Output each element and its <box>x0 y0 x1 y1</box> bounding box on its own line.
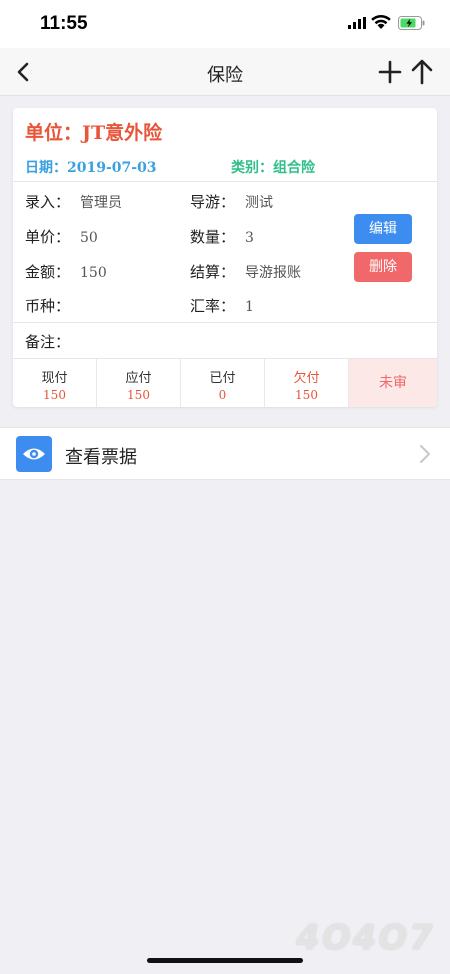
wifi-icon <box>371 14 391 29</box>
entry-value: 管理员 <box>80 195 123 211</box>
view-receipt-label: 查看票据 <box>65 447 137 468</box>
stat-label: 已付 <box>209 371 236 386</box>
guide-field: 导游： 测试 <box>190 191 273 212</box>
settlement-label: 结算： <box>190 263 236 281</box>
battery-icon <box>398 16 425 30</box>
stat-value: 0 <box>218 388 227 402</box>
settlement-value: 导游报账 <box>245 265 302 281</box>
audit-status-badge[interactable]: 未审 <box>349 359 437 407</box>
unit-price-field: 单价： 50 <box>25 226 98 247</box>
watermark-logo: 4O4O7 <box>292 918 439 958</box>
stat-paid: 已付 0 <box>181 359 265 407</box>
stat-value: 150 <box>43 388 66 402</box>
stat-label: 现付 <box>41 371 68 386</box>
signal-icon <box>348 17 366 29</box>
unit-price-label: 单价： <box>25 228 71 246</box>
status-bar: 11:55 <box>0 0 450 48</box>
arrow-up-icon[interactable] <box>410 59 434 85</box>
exchange-rate-field: 汇率： 1 <box>190 295 254 316</box>
unit-price-value: 50 <box>80 230 98 246</box>
divider <box>13 322 437 323</box>
stat-value: 150 <box>127 388 150 402</box>
plus-icon[interactable] <box>378 60 402 84</box>
payment-stats: 现付 150 应付 150 已付 0 欠付 150 未审 <box>13 358 437 407</box>
remark-field: 备注： <box>25 331 80 352</box>
remark-label: 备注： <box>25 333 71 351</box>
nav-bar: 保险 <box>0 48 450 96</box>
amount-field: 金额： 150 <box>25 261 107 282</box>
date-label: 日期：2019-07-03 <box>25 160 157 176</box>
category-label: 类别：组合险 <box>231 160 315 176</box>
view-receipt-row[interactable]: 查看票据 <box>0 427 450 480</box>
entry-field: 录入： 管理员 <box>25 191 122 212</box>
status-time: 11:55 <box>40 13 88 34</box>
stat-owed: 欠付 150 <box>265 359 349 407</box>
stat-payable: 应付 150 <box>97 359 181 407</box>
stat-label: 应付 <box>125 371 152 386</box>
guide-value: 测试 <box>245 195 274 211</box>
delete-button[interactable]: 删除 <box>354 252 412 282</box>
stat-value: 150 <box>295 388 318 402</box>
exchange-rate-label: 汇率： <box>190 297 236 315</box>
stat-label: 欠付 <box>293 371 320 386</box>
chevron-right-icon <box>420 445 430 463</box>
entry-label: 录入： <box>25 193 71 211</box>
currency-label: 币种： <box>25 297 71 315</box>
quantity-value: 3 <box>245 230 254 246</box>
edit-button[interactable]: 编辑 <box>354 214 412 244</box>
stat-cash-paid: 现付 150 <box>13 359 97 407</box>
divider <box>13 181 437 182</box>
quantity-field: 数量： 3 <box>190 226 254 247</box>
currency-field: 币种： <box>25 295 80 316</box>
insurance-card: 单位：JT意外险 日期：2019-07-03 类别：组合险 录入： 管理员 导游：… <box>13 108 437 407</box>
amount-label: 金额： <box>25 263 71 281</box>
exchange-rate-value: 1 <box>245 299 254 315</box>
guide-label: 导游： <box>190 193 236 211</box>
eye-icon <box>16 436 52 472</box>
settlement-field: 结算： 导游报账 <box>190 261 301 282</box>
unit-title: 单位：JT意外险 <box>25 122 163 144</box>
home-indicator[interactable] <box>147 958 303 963</box>
amount-value: 150 <box>80 265 107 281</box>
quantity-label: 数量： <box>190 228 236 246</box>
